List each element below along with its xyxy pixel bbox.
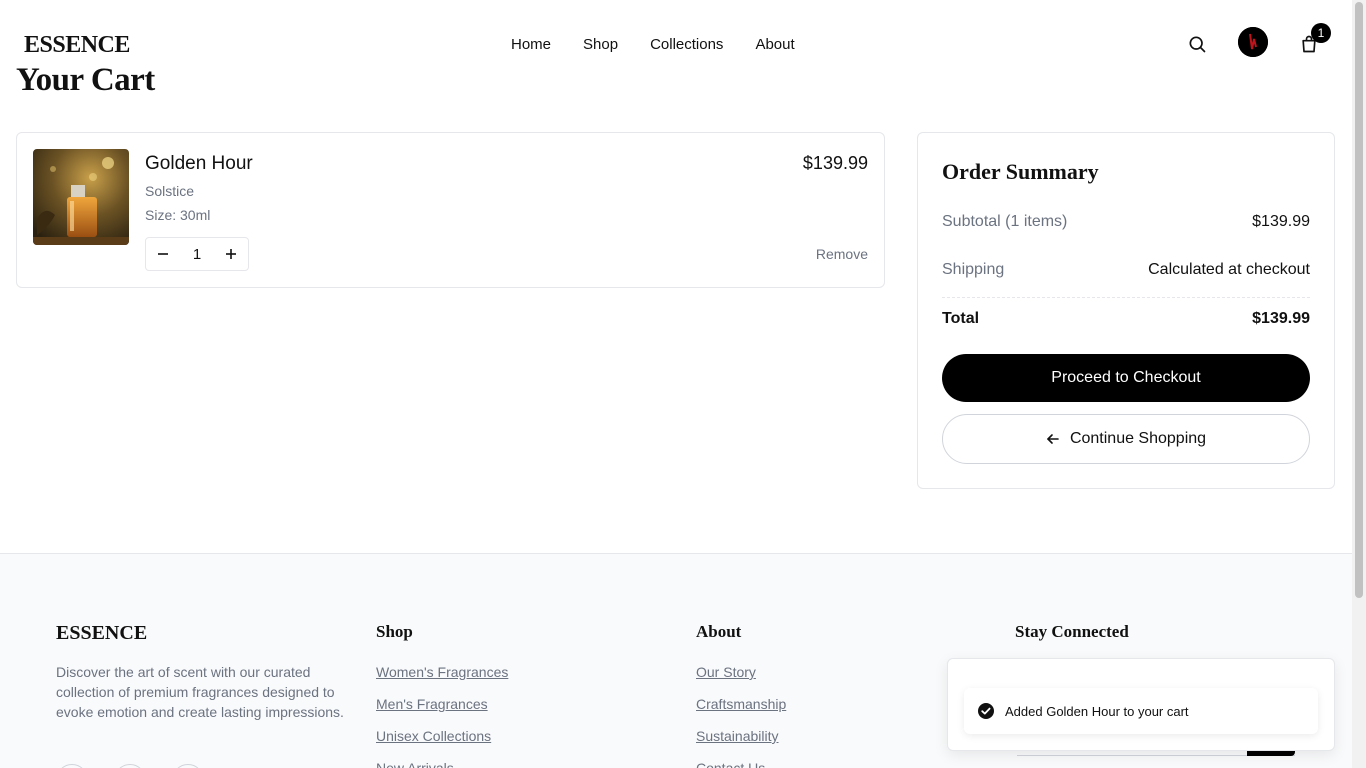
product-collection: Solstice: [145, 183, 195, 199]
continue-shopping-label: Continue Shopping: [1069, 430, 1207, 447]
footer-brand-logo[interactable]: ESSENCE: [56, 622, 147, 645]
nav-shop[interactable]: Shop: [583, 36, 618, 53]
toast-container: Added Golden Hour to your cart: [947, 658, 1335, 751]
user-avatar[interactable]: [1238, 27, 1268, 57]
total-row: Total $139.99: [942, 310, 1310, 328]
main-nav: Home Shop Collections About: [511, 36, 795, 53]
quantity-value: 1: [192, 245, 202, 263]
cart-count-badge: 1: [1311, 23, 1331, 43]
social-links: [56, 764, 204, 768]
footer-about-column: About Our Story Craftsmanship Sustainabi…: [696, 622, 786, 768]
subtotal-label: Subtotal (1 items): [942, 213, 1068, 230]
cart-item-card: Golden Hour Solstice Size: 30ml $139.99 …: [16, 132, 885, 288]
product-name[interactable]: Golden Hour: [145, 153, 253, 175]
product-image[interactable]: [33, 149, 129, 245]
shipping-row: Shipping Calculated at checkout: [942, 261, 1310, 279]
decrease-quantity-button[interactable]: [146, 238, 180, 270]
arrow-left-icon: [1047, 434, 1059, 444]
footer-link-womens[interactable]: Women's Fragrances: [376, 664, 508, 696]
quantity-stepper: 1: [145, 237, 249, 271]
footer-link-new-arrivals[interactable]: New Arrivals: [376, 760, 508, 768]
page-title: Your Cart: [16, 62, 155, 98]
social-link-1[interactable]: [56, 764, 88, 768]
total-label: Total: [942, 310, 980, 327]
social-link-2[interactable]: [114, 764, 146, 768]
page-scrollbar[interactable]: [1352, 0, 1366, 768]
nav-collections[interactable]: Collections: [650, 36, 723, 53]
footer-link-craftsmanship[interactable]: Craftsmanship: [696, 696, 786, 728]
minus-icon: [158, 253, 168, 255]
continue-shopping-button[interactable]: Continue Shopping: [942, 414, 1310, 464]
remove-item-button[interactable]: Remove: [816, 246, 868, 262]
order-summary: Order Summary Subtotal (1 items) $139.99…: [917, 132, 1335, 489]
footer-shop-heading: Shop: [376, 622, 413, 641]
scrollbar-thumb[interactable]: [1355, 2, 1363, 598]
check-circle-icon: [978, 703, 994, 719]
shipping-value: Calculated at checkout: [1148, 261, 1310, 278]
nav-home[interactable]: Home: [511, 36, 551, 53]
subtotal-value: $139.99: [1252, 213, 1310, 230]
footer-link-our-story[interactable]: Our Story: [696, 664, 786, 696]
summary-title: Order Summary: [942, 159, 1099, 184]
brand-logo[interactable]: ESSENCE: [24, 32, 130, 59]
shipping-label: Shipping: [942, 261, 1005, 278]
footer-about-heading: About: [696, 622, 742, 641]
toast-message: Added Golden Hour to your cart: [1005, 703, 1189, 719]
proceed-to-checkout-button[interactable]: Proceed to Checkout: [942, 354, 1310, 402]
search-icon[interactable]: [1181, 28, 1213, 60]
product-size: Size: 30ml: [145, 207, 211, 223]
total-value: $139.99: [1252, 310, 1310, 327]
subtotal-row: Subtotal (1 items) $139.99: [942, 213, 1310, 231]
footer-connect-heading: Stay Connected: [1015, 622, 1129, 641]
footer-link-contact[interactable]: Contact Us: [696, 760, 786, 768]
increase-quantity-button[interactable]: [214, 238, 248, 270]
nav-about[interactable]: About: [755, 36, 794, 53]
footer-link-unisex[interactable]: Unisex Collections: [376, 728, 508, 760]
footer-description: Discover the art of scent with our curat…: [56, 664, 344, 720]
plus-icon: [226, 249, 236, 259]
social-link-3[interactable]: [172, 764, 204, 768]
footer-shop-column: Shop Women's Fragrances Men's Fragrances…: [376, 622, 508, 768]
summary-divider: [942, 297, 1310, 298]
site-header: ESSENCE Home Shop Collections About 1: [0, 0, 1352, 90]
footer-link-mens[interactable]: Men's Fragrances: [376, 696, 508, 728]
toast-notification: Added Golden Hour to your cart: [964, 688, 1318, 734]
product-price: $139.99: [802, 153, 868, 173]
footer-link-sustainability[interactable]: Sustainability: [696, 728, 786, 760]
